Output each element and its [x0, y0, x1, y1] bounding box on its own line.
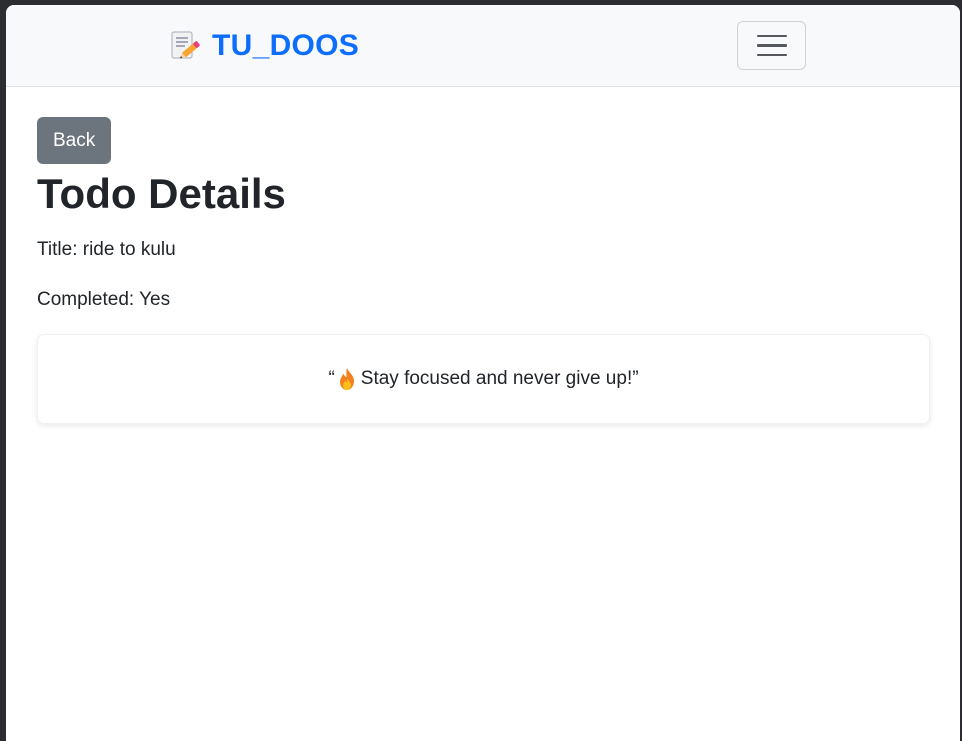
motivational-quote-card: “ Stay focused and never give up! ” — [37, 334, 930, 424]
back-button[interactable]: Back — [37, 117, 112, 164]
quote-open-mark: “ — [328, 368, 335, 389]
memo-pencil-icon — [168, 29, 202, 63]
hamburger-menu-icon — [756, 34, 787, 38]
quote-text: Stay focused and never give up! — [360, 368, 633, 389]
page-title: Todo Details — [37, 170, 286, 217]
todo-title: Title: ride to kulu — [37, 239, 176, 260]
main-content: Back Todo Details Title: ride to kulu Co… — [37, 117, 930, 424]
navbar-toggler-button[interactable] — [737, 21, 806, 70]
todo-completed-status: Completed: Yes — [37, 289, 171, 310]
brand-link[interactable]: TU_DOOS — [168, 29, 359, 63]
hamburger-menu-icon — [756, 53, 787, 57]
fire-icon — [337, 367, 357, 391]
navbar: TU_DOOS — [6, 5, 960, 87]
brand-title: TU_DOOS — [212, 29, 360, 62]
quote-close-mark: ” — [632, 368, 639, 389]
hamburger-menu-icon — [756, 44, 787, 47]
app-window: TU_DOOS Back Todo Details Title: ride to… — [6, 5, 960, 741]
